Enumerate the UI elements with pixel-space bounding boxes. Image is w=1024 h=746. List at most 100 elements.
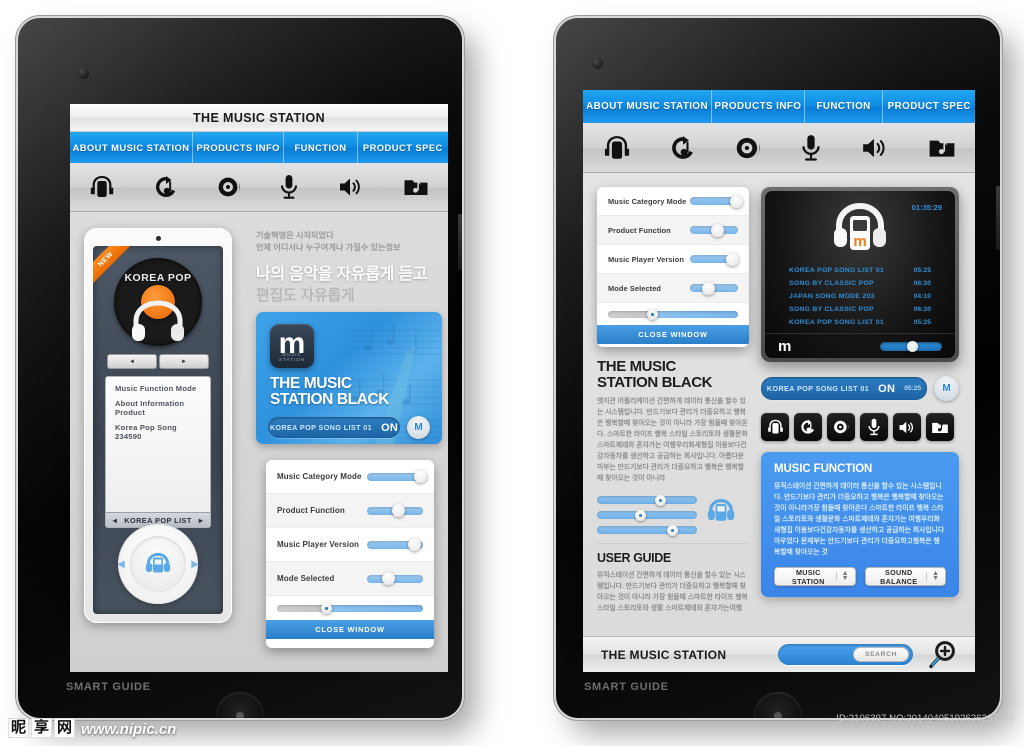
eq-knob[interactable] [635, 509, 646, 521]
music-station-select-value: MUSIC STATION [791, 567, 825, 586]
bottom-slider-track[interactable] [608, 309, 738, 320]
music-station-select[interactable]: MUSIC STATION ▲ ▼ [774, 567, 856, 586]
now-playing-label: KOREA POP SONG LIST 01 [269, 423, 373, 432]
slider-knob[interactable] [414, 470, 428, 483]
slider-row[interactable]: Music Player Version [266, 528, 434, 562]
slider-track[interactable] [367, 572, 423, 585]
slider-row[interactable]: Product Function [597, 216, 749, 245]
eq-slider[interactable] [597, 494, 697, 506]
eq-knob[interactable] [667, 524, 678, 536]
disc-icon[interactable] [827, 413, 855, 441]
nav-product-spec[interactable]: PRODUCT SPEC [358, 132, 448, 163]
playlist-row[interactable]: KOREA POP SONG LIST 01 05:25 [789, 267, 931, 274]
slider-track[interactable] [367, 504, 423, 517]
slider-label: Music Category Mode [608, 196, 687, 206]
nav-function[interactable]: FUNCTION [805, 90, 884, 123]
player-progress-slider[interactable] [880, 340, 942, 352]
nav-about-music-station[interactable]: ABOUT MUSIC STATION [583, 90, 713, 123]
microphone-icon[interactable] [800, 134, 822, 162]
phone-prev-button[interactable]: ◄ [107, 354, 157, 369]
playlist-row[interactable]: KOREA POP SONG LIST 01 05:25 [789, 319, 931, 326]
nav-function[interactable]: FUNCTION [284, 132, 358, 163]
playlist-row[interactable]: JAPAN SONG MODE 203 04:10 [789, 293, 931, 300]
music-folder-icon[interactable] [928, 136, 956, 160]
slider-row[interactable]: Music Player Version [597, 245, 749, 274]
volume-key[interactable] [458, 214, 462, 270]
nav-product-spec[interactable]: PRODUCT SPEC [883, 90, 975, 123]
disc-icon[interactable] [217, 175, 241, 199]
list-item[interactable]: Korea Pop Song 234590 [115, 423, 201, 441]
bottom-slider-wrap [266, 596, 434, 620]
refresh-note-icon[interactable] [794, 413, 822, 441]
microphone-icon[interactable] [279, 174, 299, 200]
slider-knob[interactable] [730, 194, 744, 208]
nav-products-info[interactable]: PRODUCTS INFO [712, 90, 805, 123]
slider-track[interactable] [690, 223, 738, 237]
dial-prev-arrow-icon[interactable]: ◀ [117, 559, 125, 570]
slider-track[interactable] [367, 470, 428, 483]
dial-next-arrow-icon[interactable]: ▶ [191, 559, 199, 570]
stepper-arrows-icon[interactable]: ▲ ▼ [835, 570, 849, 581]
now-playing-pill[interactable]: KOREA POP SONG LIST 01 ON 05:25 [761, 377, 927, 400]
m-badge-button[interactable]: M [407, 416, 430, 439]
slider-row[interactable]: Mode Selected [597, 274, 749, 303]
close-window-button[interactable]: CLOSE WINDOW [266, 620, 434, 639]
disc-icon[interactable] [735, 135, 761, 161]
home-button[interactable] [216, 692, 264, 718]
playlist-row[interactable]: SONG BY CLASSIC POP 06:30 [789, 280, 931, 287]
slider-track[interactable] [690, 281, 738, 295]
m-badge-button[interactable]: M [934, 376, 959, 401]
eq-knob[interactable] [655, 494, 666, 506]
speaker-icon[interactable] [893, 413, 921, 441]
slider-row[interactable]: Product Function [266, 494, 434, 528]
speaker-icon[interactable] [861, 136, 889, 160]
slider-row[interactable]: Music Category Mode [266, 460, 434, 494]
phone-next-button[interactable]: ► [159, 354, 209, 369]
stepper-arrows-icon[interactable]: ▲ ▼ [926, 570, 939, 581]
player-progress-knob[interactable] [906, 340, 918, 352]
slider-knob[interactable] [408, 538, 422, 551]
search-input[interactable]: SEARCH [778, 644, 913, 665]
bottom-slider-knob[interactable] [647, 309, 658, 320]
music-folder-icon[interactable] [403, 176, 429, 198]
list-item[interactable]: Music Function Mode [115, 384, 201, 393]
refresh-note-icon[interactable] [670, 135, 696, 161]
magnifier-plus-icon[interactable] [927, 640, 957, 670]
bottom-slider-knob[interactable] [320, 603, 332, 614]
eq-slider[interactable] [597, 509, 697, 521]
headphone-player-icon[interactable] [761, 413, 789, 441]
slider-row[interactable]: Music Category Mode [597, 187, 749, 216]
music-folder-icon[interactable] [926, 413, 954, 441]
slider-track[interactable] [690, 252, 739, 266]
list-item[interactable]: About Information Product [115, 399, 201, 417]
refresh-note-icon[interactable] [154, 175, 178, 199]
slider-row[interactable]: Mode Selected [266, 562, 434, 596]
slider-track[interactable] [690, 194, 744, 208]
bottom-slider-track[interactable] [277, 603, 423, 614]
close-window-button[interactable]: CLOSE WINDOW [597, 325, 749, 344]
slider-track[interactable] [367, 538, 423, 551]
playlist-row[interactable]: SONG BY CLASSIC POP 06:30 [789, 306, 931, 313]
now-playing-pill[interactable]: KOREA POP SONG LIST 01 ON [268, 417, 400, 438]
slider-knob[interactable] [711, 223, 725, 237]
speaker-icon[interactable] [338, 176, 364, 198]
headphone-player-icon[interactable] [89, 175, 115, 199]
phone-dial-control[interactable]: ◀ ▶ [117, 524, 199, 604]
search-button[interactable]: SEARCH [853, 647, 909, 662]
volume-key[interactable] [996, 186, 1000, 250]
sound-balance-select-value: SOUND BALANCE [880, 567, 918, 586]
eq-slider[interactable] [597, 524, 697, 536]
dial-inner[interactable] [130, 536, 186, 592]
right-primary-nav: ABOUT MUSIC STATION PRODUCTS INFO FUNCTI… [583, 90, 975, 123]
sound-balance-select[interactable]: SOUND BALANCE ▲ ▼ [864, 567, 946, 586]
nav-about-music-station[interactable]: ABOUT MUSIC STATION [70, 132, 193, 163]
slider-knob[interactable] [725, 252, 739, 266]
headphone-player-icon[interactable] [603, 135, 631, 161]
slider-knob[interactable] [391, 504, 405, 517]
slider-knob[interactable] [381, 572, 395, 585]
nav-products-info[interactable]: PRODUCTS INFO [193, 132, 285, 163]
list-next-arrow-icon[interactable]: ► [197, 516, 205, 525]
slider-knob[interactable] [702, 281, 716, 295]
home-button[interactable] [754, 692, 802, 718]
microphone-icon[interactable] [860, 413, 888, 441]
